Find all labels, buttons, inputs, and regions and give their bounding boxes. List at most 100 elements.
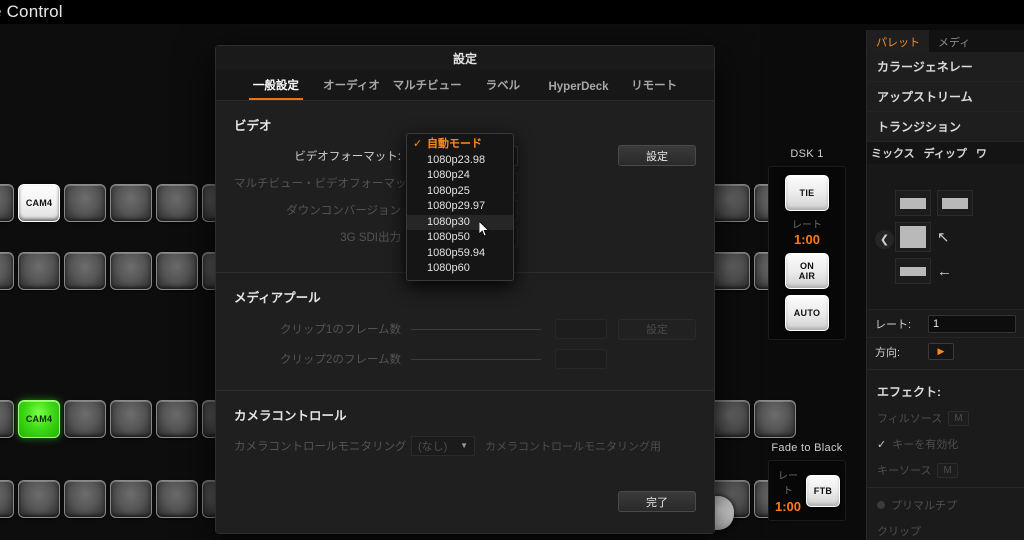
dropdown-option-8[interactable]: 1080p60: [407, 261, 513, 277]
clip1-frames-row: クリップ1のフレーム数 設定: [234, 314, 696, 344]
clip2-frames-input: [411, 358, 541, 360]
switcher-preview-button[interactable]: CAM4: [18, 400, 60, 438]
camera-monitor-select: (なし) ▼: [411, 435, 475, 456]
dsk-tie-button[interactable]: TIE: [785, 175, 829, 211]
switcher-source-button[interactable]: [156, 184, 198, 222]
switcher-source-button[interactable]: [754, 400, 796, 438]
radio-icon: [877, 501, 885, 509]
switcher-source-label: CAM4: [25, 414, 53, 424]
clip2-frames-box: [555, 349, 607, 369]
chevron-left-icon[interactable]: ❮: [875, 230, 894, 249]
ftb-button[interactable]: FTB: [806, 474, 840, 507]
switcher-source-button[interactable]: [110, 400, 152, 438]
video-format-dropdown[interactable]: 自動モード1080p23.981080p241080p251080p29.971…: [406, 133, 514, 281]
transition-type-tabs: ミックス ディップワ: [867, 142, 1024, 164]
sidebar-tab-0[interactable]: パレット: [867, 30, 929, 52]
effect-row-value[interactable]: M: [937, 462, 958, 478]
switcher-source-button[interactable]: [18, 252, 60, 290]
media-pool-set-button: 設定: [618, 318, 696, 340]
dialog-tab-4[interactable]: HyperDeck: [541, 81, 617, 100]
dropdown-option-0[interactable]: 自動モード: [407, 137, 513, 153]
effect-row-label: キーを有効化: [892, 439, 959, 451]
dropdown-option-3[interactable]: 1080p25: [407, 184, 513, 200]
effect-row-label: フィルソース: [877, 413, 943, 425]
palette-item-1[interactable]: アップストリーム: [867, 82, 1024, 112]
ftb-rate-value[interactable]: 1:00: [774, 499, 802, 514]
dsk-auto-label: AUTO: [793, 308, 821, 318]
sidebar-tab-strip: パレット メディ: [867, 30, 1024, 52]
window-title-bar: e Control: [0, 0, 1024, 24]
video-format-label: ビデオフォーマット:: [294, 150, 401, 163]
camera-monitor-hint: カメラコントロールモニタリング用: [485, 440, 661, 453]
palette-item-0[interactable]: カラージェネレー: [867, 52, 1024, 82]
dropdown-option-4[interactable]: 1080p29.97: [407, 199, 513, 215]
clip1-frames-label: クリップ1のフレーム数: [279, 324, 401, 336]
ftb-panel: Fade to Black レート 1:00 FTB: [768, 442, 846, 521]
switcher-source-button[interactable]: [64, 252, 106, 290]
dsk-rate-value[interactable]: 1:00: [769, 232, 845, 247]
dialog-tab-1[interactable]: オーディオ: [314, 77, 390, 100]
effect-row-0: フィルソース M: [867, 405, 1024, 431]
dialog-footer: 完了: [216, 487, 714, 533]
ftb-label: FTB: [813, 485, 833, 496]
palette-list: カラージェネレー アップストリーム トランジション: [867, 52, 1024, 142]
mouse-cursor-icon: [479, 221, 490, 237]
effect-row-2: キーソース M: [867, 457, 1024, 483]
dropdown-option-6[interactable]: 1080p50: [407, 230, 513, 246]
dialog-tab-5[interactable]: リモート: [616, 77, 692, 100]
effect-row-value[interactable]: M: [948, 410, 969, 426]
switcher-source-button[interactable]: [156, 480, 198, 518]
palette-item-2[interactable]: トランジション: [867, 112, 1024, 142]
dropdown-option-1[interactable]: 1080p23.98: [407, 153, 513, 169]
dsk-auto-button[interactable]: AUTO: [785, 295, 829, 331]
premultiplied-key-row[interactable]: プリマルチプ: [867, 492, 1024, 518]
switcher-source-button[interactable]: [0, 400, 14, 438]
application-window: e Control CAM4 CAM4 DSK 1 TIE レート 1:00 O…: [0, 0, 1024, 540]
switcher-source-button[interactable]: [64, 480, 106, 518]
transition-direction-label: 方向:: [875, 346, 901, 359]
transition-tab-1[interactable]: ディップ: [924, 145, 967, 161]
dialog-tab-0[interactable]: 一般設定: [238, 77, 314, 100]
media-pool-set-label: 設定: [646, 324, 668, 336]
clip1-frames-input: [411, 328, 541, 330]
dropdown-option-7[interactable]: 1080p59.94: [407, 246, 513, 262]
switcher-source-button[interactable]: [64, 184, 106, 222]
effects-list: フィルソース M ✓ キーを有効化キーソース M: [867, 405, 1024, 483]
switcher-source-button[interactable]: [64, 400, 106, 438]
transition-tab-0[interactable]: ミックス: [871, 145, 915, 161]
switcher-program-button[interactable]: CAM4: [18, 184, 60, 222]
wipe-pattern-cell-selected[interactable]: [895, 222, 931, 252]
switcher-source-button[interactable]: [0, 252, 14, 290]
switcher-source-button[interactable]: [110, 480, 152, 518]
sidebar-tab-1[interactable]: メディ: [929, 30, 979, 52]
transition-tab-2[interactable]: ワ: [976, 145, 987, 161]
dropdown-option-5[interactable]: 1080p30: [407, 214, 513, 230]
check-icon[interactable]: ✓: [877, 438, 886, 451]
wipe-pattern-cell[interactable]: [937, 190, 973, 216]
camera-monitor-label: カメラコントロールモニタリング: [234, 440, 407, 453]
dropdown-option-2[interactable]: 1080p24: [407, 168, 513, 184]
video-set-label: 設定: [646, 150, 668, 163]
palette-sidebar: パレット メディ カラージェネレー アップストリーム トランジション ミックス ディップ…: [866, 30, 1024, 540]
ftb-group: レート 1:00 FTB: [768, 460, 846, 521]
wipe-pattern-cell[interactable]: [895, 258, 931, 284]
switcher-source-button[interactable]: [110, 252, 152, 290]
switcher-source-button[interactable]: [156, 400, 198, 438]
switcher-source-button[interactable]: [0, 184, 14, 222]
video-set-button[interactable]: 設定: [618, 145, 696, 166]
switcher-source-button[interactable]: [110, 184, 152, 222]
transition-rate-input[interactable]: 1: [928, 314, 1016, 333]
clip-label: クリップ: [877, 526, 921, 538]
switcher-source-button[interactable]: [18, 480, 60, 518]
direction-forward-icon[interactable]: ▶: [928, 343, 954, 360]
switcher-source-button[interactable]: [156, 252, 198, 290]
done-button[interactable]: 完了: [618, 491, 696, 512]
switcher-source-button[interactable]: [0, 480, 14, 518]
transition-rate-field: レート: 1: [867, 309, 1024, 337]
dsk-on-air-button[interactable]: ON AIR: [785, 253, 829, 289]
done-button-label: 完了: [646, 496, 668, 509]
dsk-panel: DSK 1 TIE レート 1:00 ON AIR AUTO: [768, 148, 846, 340]
dialog-tab-2[interactable]: マルチビュー: [389, 77, 465, 100]
dialog-tab-3[interactable]: ラベル: [465, 77, 541, 100]
wipe-pattern-cell[interactable]: [895, 190, 931, 216]
